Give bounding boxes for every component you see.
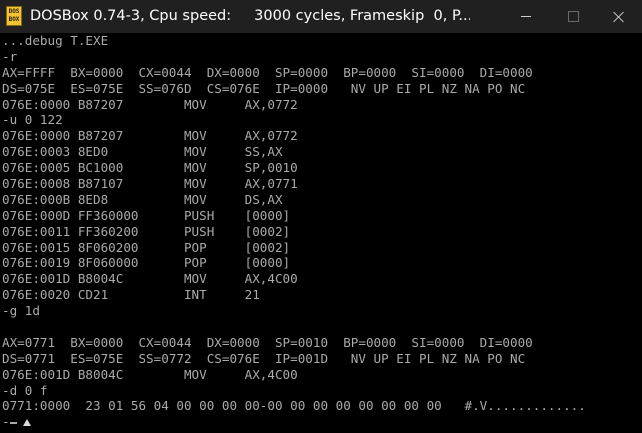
console-line: 076E:0005 BC1000 MOV SP,0010 — [2, 160, 298, 176]
console-line: AX=FFFF BX=0000 CX=0044 DX=0000 SP=0000 … — [2, 64, 533, 80]
console-line: 076E:000B 8ED8 MOV DS,AX — [2, 191, 283, 207]
console-line: -g 1d — [2, 303, 40, 319]
console-line: 076E:0020 CD21 INT 21 — [2, 287, 260, 303]
text-cursor — [9, 421, 17, 424]
dos-console-screen[interactable]: ...debug T.EXE -r AX=FFFF BX=0000 CX=004… — [0, 33, 642, 433]
console-line: 076E:001D B8004C MOV AX,4C00 — [2, 366, 298, 382]
prompt: - — [2, 414, 10, 430]
dosbox-icon[interactable]: DOS BOX — [6, 6, 22, 26]
console-line: 0771:0000 23 01 56 04 00 00 00 00-00 00 … — [2, 398, 586, 414]
console-line: 076E:0019 8F060000 POP [0000] — [2, 255, 291, 271]
maximize-button[interactable] — [550, 0, 596, 33]
title-bar[interactable]: DOS BOX DOSBox 0.74-3, Cpu speed: 3000 c… — [0, 0, 642, 33]
minimize-icon — [521, 16, 531, 17]
app-icon-text-bottom: BOX — [8, 16, 20, 23]
console-line: 076E:000D FF360000 PUSH [0000] — [2, 207, 291, 223]
console-line: 076E:0011 FF360200 PUSH [0002] — [2, 223, 291, 239]
close-button[interactable] — [596, 0, 642, 33]
minimize-button[interactable] — [503, 0, 549, 33]
console-line: 076E:0000 B87207 MOV AX,0772 — [2, 128, 298, 144]
console-line: 076E:0015 8F060200 POP [0002] — [2, 239, 291, 255]
console-line: 076E:0008 B87107 MOV AX,0771 — [2, 176, 298, 192]
console-line: -d 0 f — [2, 382, 48, 398]
console-line: -r — [2, 48, 18, 64]
window-title: DOSBox 0.74-3, Cpu speed: 3000 cycles, F… — [30, 8, 470, 24]
close-icon — [613, 11, 625, 23]
console-line: DS=0771 ES=075E SS=0772 CS=076E IP=001D … — [2, 350, 526, 366]
maximize-icon — [567, 11, 579, 22]
console-line: AX=0771 BX=0000 CX=0044 DX=0000 SP=0010 … — [2, 334, 533, 350]
console-line: ...debug T.EXE — [2, 33, 109, 48]
mouse-pointer-icon — [22, 419, 31, 427]
console-line: 076E:0003 8ED0 MOV SS,AX — [2, 144, 283, 160]
app-icon-text-top: DOS — [8, 8, 20, 15]
console-line: 076E:001D B8004C MOV AX,4C00 — [2, 271, 298, 287]
console-line: DS=075E ES=075E SS=076D CS=076E IP=0000 … — [2, 80, 526, 96]
console-line: -u 0 122 — [2, 112, 63, 128]
console-line: 076E:0000 B87207 MOV AX,0772 — [2, 96, 298, 112]
command-prompt-line[interactable]: - — [0, 414, 642, 430]
dosbox-window: DOS BOX DOSBox 0.74-3, Cpu speed: 3000 c… — [0, 0, 642, 433]
